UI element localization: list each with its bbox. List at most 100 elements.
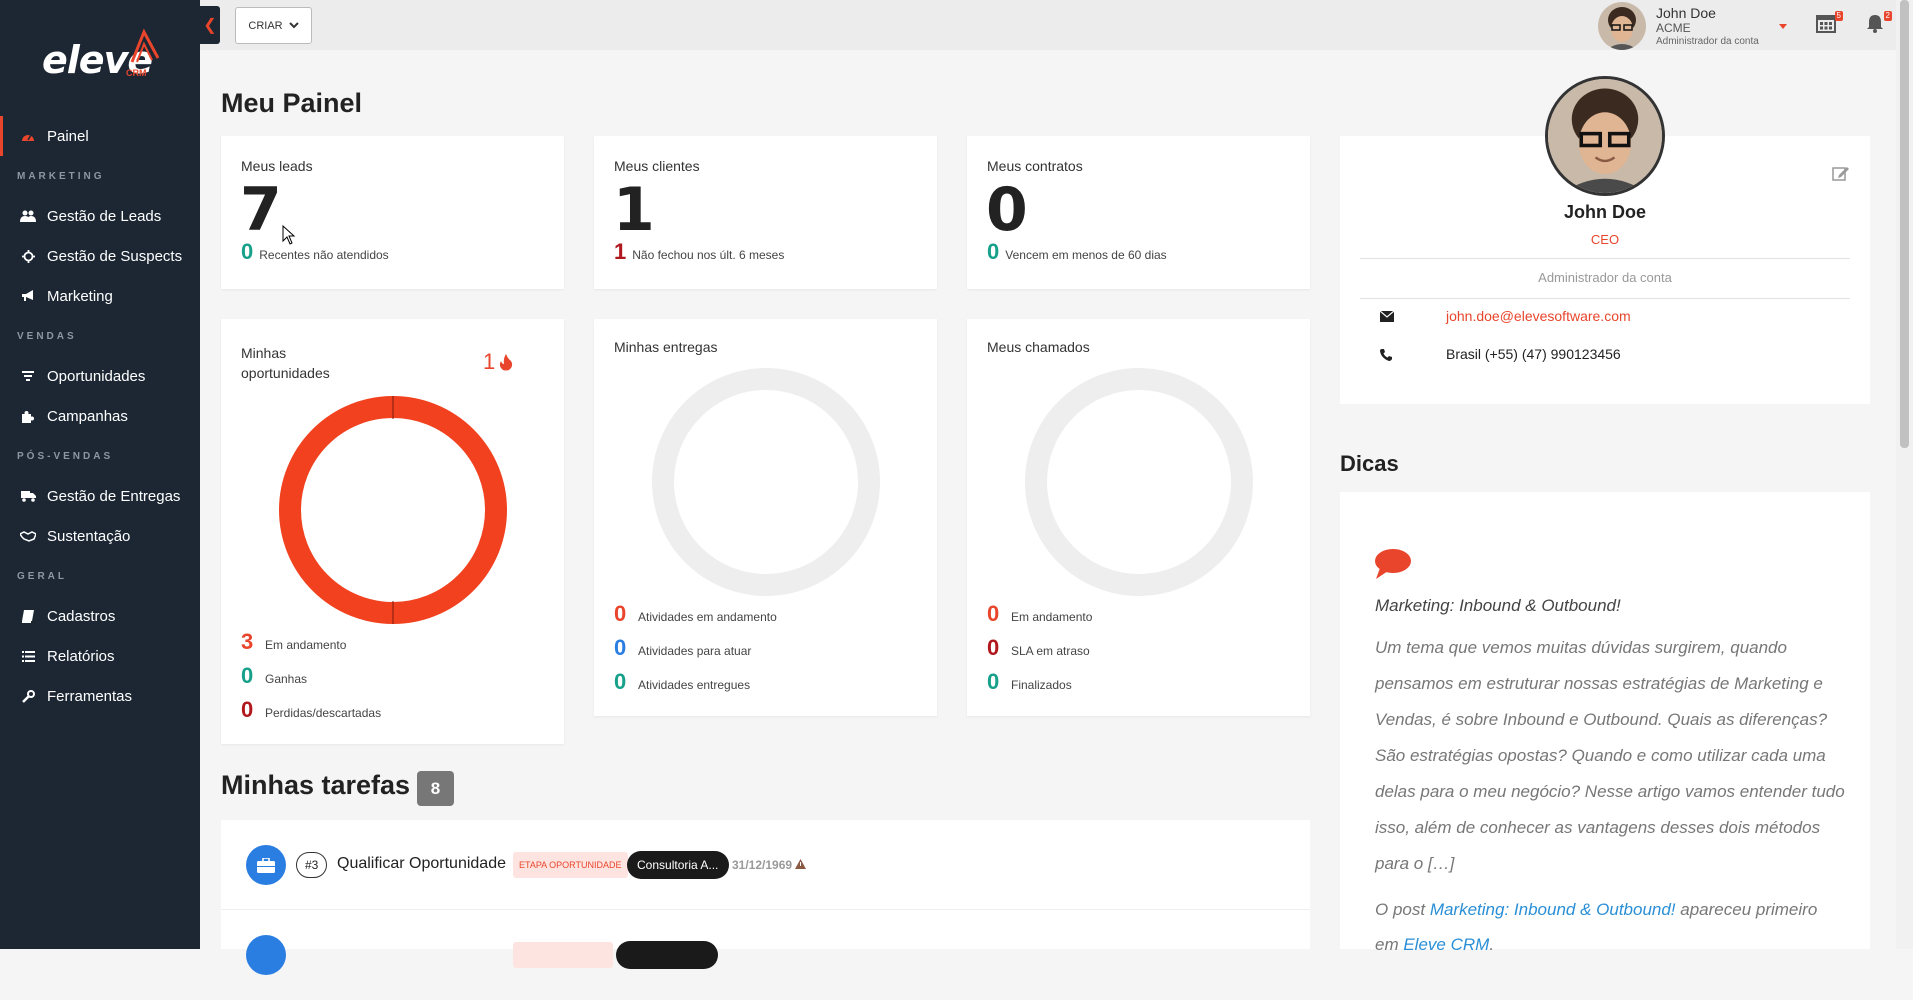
mouse-cursor-icon <box>282 225 296 245</box>
sidebar-item-label: Relatórios <box>47 647 115 665</box>
contratos-count: 0 <box>986 175 1028 245</box>
card-minhas-oportunidades[interactable]: Minhas oportunidades 1 3 Em andamento 0 Ga… <box>221 319 564 744</box>
card-title-line2: oportunidades <box>241 365 330 381</box>
clientes-sub-label: Não fechou nos últ. 6 meses <box>632 248 785 262</box>
card-meus-leads[interactable]: Meus leads 7 0 Recentes não atendidos <box>221 136 564 289</box>
sidebar-item-label: Oportunidades <box>47 367 146 385</box>
page-scrollbar[interactable] <box>1896 0 1913 949</box>
profile-role: CEO <box>1590 232 1620 247</box>
logo-mark-icon <box>130 28 160 63</box>
stat-value: 0 <box>614 669 627 694</box>
task-type-button[interactable] <box>246 845 286 885</box>
puzzle-icon <box>19 410 37 423</box>
scrollbar-thumb[interactable] <box>1900 0 1909 448</box>
filter-icon <box>19 370 37 382</box>
sidebar-item-relatorios[interactable]: Relatórios <box>0 636 200 676</box>
profile-avatar <box>1545 76 1665 196</box>
chevron-down-icon <box>288 22 299 29</box>
tasks-count-badge: 8 <box>417 771 454 806</box>
clientes-count: 1 <box>613 175 655 245</box>
create-button[interactable]: CRIAR <box>235 7 312 44</box>
sidebar-item-gestao-entregas[interactable]: Gestão de Entregas <box>0 476 200 516</box>
stat-label: Finalizados <box>1011 678 1072 692</box>
task-opportunity-chip[interactable]: Consultoria A... <box>627 851 729 879</box>
stat-label: SLA em atraso <box>1011 644 1090 658</box>
bell-icon <box>1867 15 1883 33</box>
site-link[interactable]: Eleve CRM <box>1403 935 1489 954</box>
sidebar-item-ferramentas[interactable]: Ferramentas <box>0 676 200 716</box>
collapse-sidebar-button[interactable]: ❮ <box>200 6 220 44</box>
stat-value: 0 <box>241 697 254 722</box>
footer-prefix: O post <box>1375 900 1430 919</box>
section-vendas: VENDAS <box>17 331 77 342</box>
task-opportunity-chip[interactable] <box>616 941 718 969</box>
sidebar-item-gestao-suspects[interactable]: Gestão de Suspects <box>0 236 200 276</box>
notifications-badge: 2 <box>1883 11 1892 21</box>
sidebar-item-label: Ferramentas <box>47 687 133 705</box>
stat-label: Em andamento <box>1011 610 1093 624</box>
phone-icon <box>1380 349 1392 361</box>
create-label: CRIAR <box>248 19 283 32</box>
contratos-sub-value: 0 <box>987 239 1000 264</box>
task-row[interactable] <box>221 910 1310 1000</box>
stat-label: Em andamento <box>265 638 347 652</box>
task-stage-badge: ETAPA OPORTUNIDADE <box>513 852 628 878</box>
card-meus-contratos[interactable]: Meus contratos 0 0 Vencem em menos de 60 … <box>967 136 1310 289</box>
task-type-button[interactable] <box>246 935 286 975</box>
speech-bubble-icon <box>1375 549 1411 579</box>
briefcase-icon <box>257 857 275 873</box>
sidebar-item-campanhas[interactable]: Campanhas <box>0 396 200 436</box>
logo[interactable]: eleve CRM <box>42 28 162 84</box>
edit-profile-button[interactable] <box>1832 165 1850 186</box>
sidebar-item-painel[interactable]: Painel <box>0 116 200 156</box>
task-stage-badge <box>513 942 613 968</box>
stat-label: Perdidas/descartadas <box>265 706 382 720</box>
section-pos-vendas: PÓS-VENDAS <box>17 451 114 462</box>
book-icon <box>19 609 37 623</box>
footer-end: . <box>1489 935 1495 954</box>
post-link[interactable]: Marketing: Inbound & Outbound! <box>1430 900 1676 919</box>
profile-email-link[interactable]: john.doe@elevesoftware.com <box>1446 308 1631 324</box>
leads-sub-label: Recentes não atendidos <box>259 248 389 262</box>
avatar <box>1598 2 1646 50</box>
truck-icon <box>19 490 37 502</box>
section-marketing: MARKETING <box>17 171 105 182</box>
card-meus-chamados[interactable]: Meus chamados 0 Em andamento 0 SLA em atra… <box>967 319 1310 716</box>
task-row[interactable]: #3 Qualificar Oportunidade ETAPA OPORTUN… <box>221 820 1310 910</box>
sidebar-item-sustentacao[interactable]: Sustentação <box>0 516 200 556</box>
hot-count: 1 <box>483 349 496 374</box>
stat-value: 0 <box>987 635 1000 660</box>
megaphone-icon <box>19 290 37 302</box>
calendar-button[interactable]: 5 <box>1816 11 1843 35</box>
profile-account-role: Administrador da conta <box>1538 270 1672 285</box>
card-title: Meus clientes <box>614 158 700 174</box>
calendar-icon <box>1816 15 1836 33</box>
user-menu[interactable]: John Doe ACME Administrador da conta <box>1598 2 1788 50</box>
card-title: Minhas entregas <box>614 339 718 355</box>
sidebar-item-oportunidades[interactable]: Oportunidades <box>0 356 200 396</box>
dicas-post-title[interactable]: Marketing: Inbound & Outbound! <box>1375 596 1621 616</box>
users-icon <box>19 210 37 222</box>
calendar-badge: 5 <box>1834 11 1843 21</box>
logo-sub: CRM <box>126 68 147 78</box>
card-minhas-entregas[interactable]: Minhas entregas 0 Atividades em andamento… <box>594 319 937 716</box>
stat-value: 0 <box>987 601 1000 626</box>
task-name[interactable]: Qualificar Oportunidade <box>337 855 506 873</box>
sidebar-item-label: Painel <box>47 127 89 145</box>
stat-label: Ganhas <box>265 672 308 686</box>
sidebar-item-marketing[interactable]: Marketing <box>0 276 200 316</box>
sidebar-item-gestao-leads[interactable]: Gestão de Leads <box>0 196 200 236</box>
oportunidades-donut-chart <box>279 396 507 624</box>
divider <box>1360 298 1850 299</box>
donut-ring <box>652 368 880 596</box>
card-meus-clientes[interactable]: Meus clientes 1 1 Não fechou nos últ. 6 m… <box>594 136 937 289</box>
warning-icon <box>795 859 807 869</box>
chevron-left-icon: ❮ <box>203 17 217 34</box>
profile-name: John Doe <box>1563 202 1646 222</box>
sidebar-item-label: Sustentação <box>47 527 131 545</box>
notifications-button[interactable]: 2 <box>1865 11 1892 35</box>
sidebar-item-label: Campanhas <box>47 407 128 425</box>
sidebar-item-cadastros[interactable]: Cadastros <box>0 596 200 636</box>
dicas-title: Dicas <box>1340 451 1399 476</box>
stat-label: Atividades entregues <box>638 678 751 692</box>
